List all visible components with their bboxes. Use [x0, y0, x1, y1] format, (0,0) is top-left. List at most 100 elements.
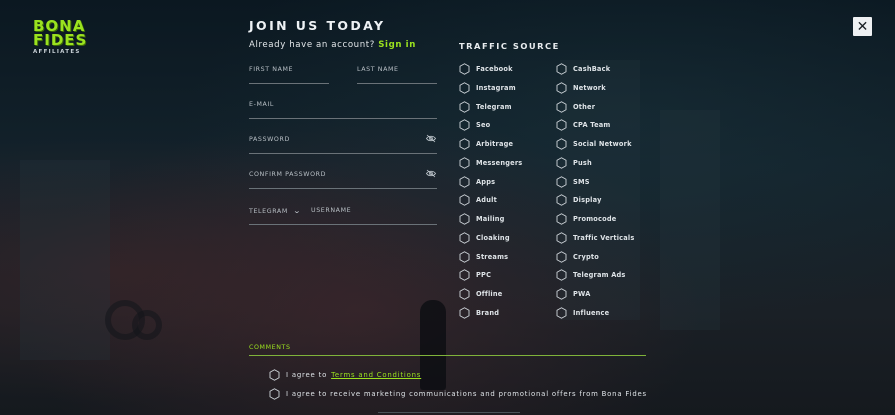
username-field[interactable]: USERNAME: [311, 207, 437, 225]
first-name-label: FIRST NAME: [249, 66, 294, 73]
hexagon-checkbox-icon: [556, 156, 567, 169]
traffic-option[interactable]: Offline: [459, 288, 502, 300]
hexagon-checkbox-icon: [459, 81, 470, 94]
hexagon-checkbox-icon: [556, 231, 567, 244]
hexagon-checkbox-icon: [459, 231, 470, 244]
hexagon-checkbox-icon: [556, 63, 567, 75]
hexagon-checkbox-icon: [556, 213, 567, 225]
hexagon-checkbox-icon: [556, 306, 567, 319]
hexagon-checkbox-icon: [556, 119, 567, 132]
traffic-option-label: Arbitrage: [476, 140, 514, 148]
traffic-option[interactable]: Mailing: [459, 213, 505, 225]
last-name-label: LAST NAME: [357, 66, 399, 73]
traffic-option[interactable]: Seo: [459, 119, 491, 132]
traffic-option[interactable]: Network: [556, 81, 606, 94]
traffic-option-label: Telegram Ads: [573, 271, 626, 280]
sign-in-link[interactable]: Sign in: [378, 40, 416, 50]
divider: [378, 412, 520, 413]
last-name-field[interactable]: LAST NAME: [357, 66, 437, 84]
hexagon-checkbox-icon: [459, 194, 470, 207]
hexagon-checkbox-icon: [459, 269, 470, 282]
confirm-password-field[interactable]: CONFIRM PASSWORD: [249, 169, 437, 189]
first-name-field[interactable]: FIRST NAME: [249, 66, 329, 84]
hexagon-checkbox-icon: [269, 388, 280, 400]
traffic-option[interactable]: Streams: [459, 250, 509, 263]
traffic-option[interactable]: Other: [556, 100, 596, 113]
traffic-option[interactable]: Instagram: [459, 81, 516, 94]
traffic-option[interactable]: PPC: [459, 269, 492, 282]
traffic-option[interactable]: Traffic Verticals: [556, 231, 635, 244]
hexagon-checkbox-icon: [556, 194, 567, 207]
comments-field[interactable]: COMMENTS: [249, 334, 646, 356]
traffic-option-label: Mailing: [476, 215, 505, 223]
password-field[interactable]: PASSWORD: [249, 134, 437, 154]
hexagon-checkbox-icon: [556, 81, 567, 94]
traffic-option-label: Instagram: [476, 83, 516, 92]
terms-checkbox[interactable]: I agree to Terms and Conditions: [269, 369, 421, 381]
hexagon-checkbox-icon: [459, 250, 470, 263]
hexagon-checkbox-icon: [459, 213, 470, 225]
traffic-option[interactable]: Apps: [459, 175, 496, 188]
account-prompt: Already have an account? Sign in: [249, 40, 416, 50]
logo-line-3: AFFILIATES: [33, 49, 81, 55]
hexagon-checkbox-icon: [556, 288, 567, 300]
eye-off-icon[interactable]: [426, 169, 436, 178]
terms-text: I agree to: [286, 371, 328, 379]
traffic-option[interactable]: Cloaking: [459, 231, 510, 244]
traffic-option[interactable]: Adult: [459, 194, 497, 207]
traffic-option-label: SMS: [573, 177, 590, 186]
traffic-option[interactable]: Telegram Ads: [556, 269, 626, 282]
traffic-option-label: Other: [573, 102, 596, 111]
traffic-option-label: Traffic Verticals: [573, 233, 635, 242]
hexagon-checkbox-icon: [459, 138, 470, 150]
marketing-text: I agree to receive marketing communicati…: [286, 390, 647, 398]
traffic-option[interactable]: Display: [556, 194, 602, 207]
traffic-option-label: Offline: [476, 290, 503, 298]
hexagon-checkbox-icon: [556, 175, 567, 188]
terms-link[interactable]: Terms and Conditions: [331, 371, 421, 379]
traffic-option-label: Network: [573, 83, 606, 92]
traffic-option-label: Display: [573, 196, 602, 205]
traffic-option[interactable]: SMS: [556, 175, 590, 188]
email-label: E-MAIL: [249, 101, 274, 108]
traffic-option-label: Push: [573, 158, 592, 167]
traffic-option-label: Apps: [476, 177, 496, 186]
password-label: PASSWORD: [249, 136, 290, 143]
account-prompt-text: Already have an account?: [249, 40, 375, 50]
traffic-option[interactable]: Influence: [556, 306, 610, 319]
traffic-option[interactable]: Facebook: [459, 63, 513, 75]
hexagon-checkbox-icon: [459, 100, 470, 113]
traffic-option-label: Seo: [476, 121, 491, 130]
traffic-source-title: TRAFFIC SOURCE: [459, 41, 560, 51]
hexagon-checkbox-icon: [556, 100, 567, 113]
close-button[interactable]: ✕: [853, 17, 872, 36]
traffic-option[interactable]: Push: [556, 156, 592, 169]
traffic-option[interactable]: Crypto: [556, 250, 599, 263]
eye-off-icon[interactable]: [426, 134, 436, 143]
traffic-option[interactable]: Messengers: [459, 156, 522, 169]
traffic-option-label: PPC: [476, 271, 492, 280]
username-label: USERNAME: [311, 207, 352, 214]
hexagon-checkbox-icon: [459, 156, 470, 169]
hexagon-checkbox-icon: [556, 250, 567, 263]
traffic-option[interactable]: CPA Team: [556, 119, 610, 132]
email-field[interactable]: E-MAIL: [249, 101, 437, 119]
traffic-option-label: Promocode: [573, 215, 617, 223]
close-icon: ✕: [856, 18, 869, 35]
traffic-option[interactable]: Brand: [459, 306, 499, 319]
traffic-option-label: Streams: [476, 252, 509, 261]
traffic-option[interactable]: PWA: [556, 288, 591, 300]
traffic-option[interactable]: Social Network: [556, 138, 632, 150]
traffic-option[interactable]: CashBack: [556, 63, 610, 75]
traffic-option-label: Influence: [573, 308, 610, 317]
hexagon-checkbox-icon: [459, 175, 470, 188]
marketing-checkbox[interactable]: I agree to receive marketing communicati…: [269, 388, 647, 400]
traffic-option-label: Adult: [476, 196, 497, 205]
traffic-option[interactable]: Promocode: [556, 213, 616, 225]
hexagon-checkbox-icon: [459, 288, 470, 300]
traffic-option[interactable]: Telegram: [459, 100, 512, 113]
traffic-option-label: Facebook: [476, 65, 513, 73]
traffic-option[interactable]: Arbitrage: [459, 138, 513, 150]
page-title: JOIN US TODAY: [249, 18, 386, 33]
bona-fides-logo[interactable]: BONA FIDES AFFILIATES: [33, 19, 97, 57]
